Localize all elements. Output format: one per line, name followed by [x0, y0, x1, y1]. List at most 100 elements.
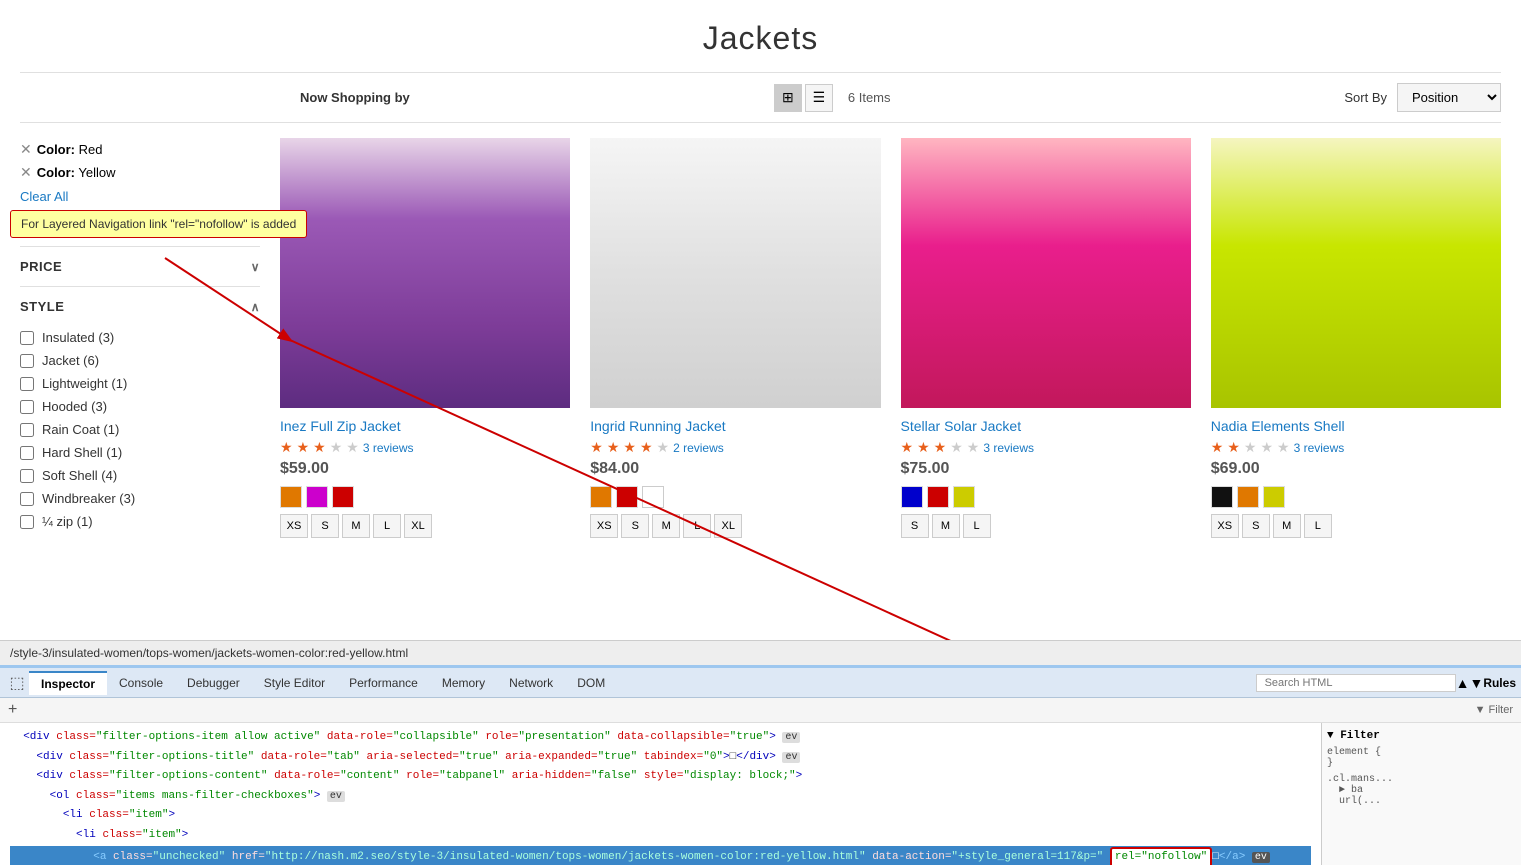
- checkbox-jacket[interactable]: [20, 354, 34, 368]
- tab-memory[interactable]: Memory: [430, 672, 497, 694]
- swatch-orange-ingrid[interactable]: [590, 486, 612, 508]
- stars-ingrid: ★ ★ ★ ★ ★ 2 reviews: [590, 439, 880, 456]
- tab-debugger[interactable]: Debugger: [175, 672, 252, 694]
- style-section-header[interactable]: STYLE ∧: [20, 287, 260, 326]
- swatch-blue-stellar[interactable]: [901, 486, 923, 508]
- url-bar: /style-3/insulated-women/tops-women/jack…: [0, 640, 1521, 665]
- filter-option-jacket[interactable]: Jacket (6): [20, 349, 260, 372]
- tab-style-editor[interactable]: Style Editor: [252, 672, 337, 694]
- filter-option-hooded[interactable]: Hooded (3): [20, 395, 260, 418]
- size-s-inez[interactable]: S: [311, 514, 339, 538]
- checkbox-windbreaker[interactable]: [20, 492, 34, 506]
- size-s-nadia[interactable]: S: [1242, 514, 1270, 538]
- reviews-link-inez[interactable]: 3 reviews: [363, 441, 414, 455]
- tab-performance[interactable]: Performance: [337, 672, 430, 694]
- reviews-link-stellar[interactable]: 3 reviews: [983, 441, 1034, 455]
- price-nadia: $69.00: [1211, 460, 1501, 478]
- toolbar: Now Shopping by ⊞ ☰ 6 Items Sort By Posi…: [20, 72, 1501, 123]
- search-prev-button[interactable]: ▲: [1456, 675, 1470, 691]
- star4: ★: [950, 439, 963, 456]
- size-xl-ingrid[interactable]: XL: [714, 514, 742, 538]
- reviews-link-nadia[interactable]: 3 reviews: [1294, 441, 1345, 455]
- grid-view-button[interactable]: ⊞: [774, 84, 802, 112]
- product-image-ingrid: [590, 138, 880, 408]
- price-chevron-icon: ∨: [251, 260, 260, 274]
- swatch-orange-nadia[interactable]: [1237, 486, 1259, 508]
- rules-panel-button[interactable]: Rules: [1483, 676, 1516, 690]
- tab-inspector[interactable]: Inspector: [29, 671, 107, 695]
- checkbox-raincoat[interactable]: [20, 423, 34, 437]
- filter-option-lightweight[interactable]: Lightweight (1): [20, 372, 260, 395]
- style-section-label: STYLE: [20, 299, 64, 314]
- filter-option-softshell[interactable]: Soft Shell (4): [20, 464, 260, 487]
- filter-option-quarterzip[interactable]: ¼ zip (1): [20, 510, 260, 533]
- size-s-stellar[interactable]: S: [901, 514, 929, 538]
- html-line-7-highlighted[interactable]: <a class="unchecked" href="http://nash.m…: [10, 846, 1311, 865]
- sort-label: Sort By: [1344, 90, 1387, 105]
- checkbox-lightweight[interactable]: [20, 377, 34, 391]
- star5: ★: [346, 439, 359, 456]
- swatch-red-ingrid[interactable]: [616, 486, 638, 508]
- size-m-nadia[interactable]: M: [1273, 514, 1301, 538]
- swatch-black-nadia[interactable]: [1211, 486, 1233, 508]
- size-l-stellar[interactable]: L: [963, 514, 991, 538]
- product-title-nadia[interactable]: Nadia Elements Shell: [1211, 418, 1501, 434]
- view-toggle: ⊞ ☰: [774, 84, 833, 112]
- price-ingrid: $84.00: [590, 460, 880, 478]
- filter-option-hardshell[interactable]: Hard Shell (1): [20, 441, 260, 464]
- size-xs-nadia[interactable]: XS: [1211, 514, 1239, 538]
- star2: ★: [1227, 439, 1240, 456]
- swatch-yellow-nadia[interactable]: [1263, 486, 1285, 508]
- remove-filter-red[interactable]: ✕: [20, 141, 32, 158]
- product-title-inez[interactable]: Inez Full Zip Jacket: [280, 418, 570, 434]
- size-m-stellar[interactable]: M: [932, 514, 960, 538]
- swatch-white-ingrid[interactable]: [642, 486, 664, 508]
- style-filter-section: STYLE ∧ Insulated (3) Jacket (6) Lightwe…: [20, 286, 260, 543]
- swatch-red-stellar[interactable]: [927, 486, 949, 508]
- star1: ★: [280, 439, 293, 456]
- list-view-button[interactable]: ☰: [805, 84, 833, 112]
- sizes-stellar: S M L: [901, 514, 1191, 538]
- price-section-header[interactable]: PRICE ∨: [20, 247, 260, 286]
- size-m-ingrid[interactable]: M: [652, 514, 680, 538]
- remove-filter-yellow[interactable]: ✕: [20, 164, 32, 181]
- search-html-input[interactable]: [1256, 674, 1456, 692]
- annotation-tooltip: For Layered Navigation link "rel="nofoll…: [10, 210, 307, 238]
- swatch-yellow-stellar[interactable]: [953, 486, 975, 508]
- add-node-button[interactable]: +: [8, 701, 17, 719]
- tab-console[interactable]: Console: [107, 672, 175, 694]
- html-line-6: <li class="item">: [10, 826, 1311, 846]
- size-xl-inez[interactable]: XL: [404, 514, 432, 538]
- filter-option-raincoat[interactable]: Rain Coat (1): [20, 418, 260, 441]
- product-title-stellar[interactable]: Stellar Solar Jacket: [901, 418, 1191, 434]
- checkbox-quarterzip[interactable]: [20, 515, 34, 529]
- checkbox-hooded[interactable]: [20, 400, 34, 414]
- product-title-ingrid[interactable]: Ingrid Running Jacket: [590, 418, 880, 434]
- filter-option-insulated[interactable]: Insulated (3): [20, 326, 260, 349]
- tab-network[interactable]: Network: [497, 672, 565, 694]
- size-xs-inez[interactable]: XS: [280, 514, 308, 538]
- size-xs-ingrid[interactable]: XS: [590, 514, 618, 538]
- inspector-pick-button[interactable]: ⬚: [5, 671, 29, 695]
- clear-all-link[interactable]: Clear All: [20, 189, 260, 204]
- size-l-nadia[interactable]: L: [1304, 514, 1332, 538]
- reviews-link-ingrid[interactable]: 2 reviews: [673, 441, 724, 455]
- style-chevron-icon: ∧: [251, 300, 260, 314]
- swatch-purple-inez[interactable]: [306, 486, 328, 508]
- tab-dom[interactable]: DOM: [565, 672, 617, 694]
- filter-label: ▼ Filter: [1475, 704, 1513, 716]
- size-s-ingrid[interactable]: S: [621, 514, 649, 538]
- filter-option-windbreaker[interactable]: Windbreaker (3): [20, 487, 260, 510]
- size-l-inez[interactable]: L: [373, 514, 401, 538]
- sort-select[interactable]: Position Name Price: [1397, 83, 1501, 112]
- sort-area: Sort By Position Name Price: [1344, 83, 1501, 112]
- swatch-red-inez[interactable]: [332, 486, 354, 508]
- size-m-inez[interactable]: M: [342, 514, 370, 538]
- checkbox-softshell[interactable]: [20, 469, 34, 483]
- checkbox-hardshell[interactable]: [20, 446, 34, 460]
- star1: ★: [1211, 439, 1224, 456]
- checkbox-insulated[interactable]: [20, 331, 34, 345]
- size-l-ingrid[interactable]: L: [683, 514, 711, 538]
- swatch-orange-inez[interactable]: [280, 486, 302, 508]
- search-next-button[interactable]: ▼: [1469, 675, 1483, 691]
